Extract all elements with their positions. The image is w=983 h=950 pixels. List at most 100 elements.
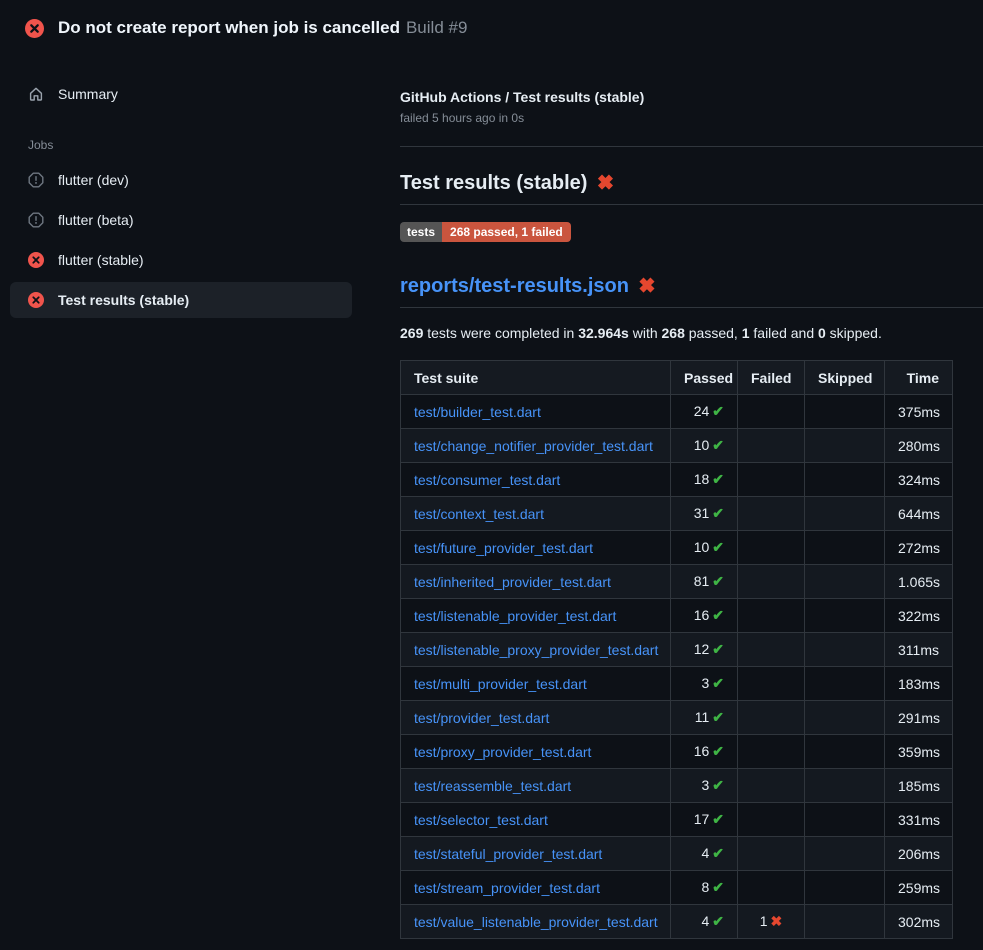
- test-suite-link[interactable]: test/stateful_provider_test.dart: [414, 846, 602, 862]
- time-value: 259ms: [885, 871, 953, 905]
- passed-count: 18: [694, 471, 710, 487]
- skipped-cell: [805, 871, 885, 905]
- table-row: test/stream_provider_test.dart8✔259ms: [401, 871, 953, 905]
- time-value: 375ms: [885, 395, 953, 429]
- test-suite-link[interactable]: test/listenable_proxy_provider_test.dart: [414, 642, 658, 658]
- report-title: reports/test-results.json✖: [400, 275, 983, 308]
- jobs-heading: Jobs: [28, 138, 352, 152]
- sidebar-item-flutter-stable[interactable]: flutter (stable): [10, 242, 352, 278]
- sidebar-item-summary[interactable]: Summary: [10, 76, 352, 112]
- time-value: 206ms: [885, 837, 953, 871]
- time-value: 183ms: [885, 667, 953, 701]
- job-label: Test results (stable): [58, 292, 189, 308]
- test-suite-link[interactable]: test/consumer_test.dart: [414, 472, 560, 488]
- check-icon: ✔: [712, 845, 724, 861]
- time-value: 272ms: [885, 531, 953, 565]
- job-label: flutter (dev): [58, 172, 129, 188]
- summary-text: with: [629, 325, 662, 341]
- sidebar-item-flutter-dev[interactable]: flutter (dev): [10, 162, 352, 198]
- skipped-cell: [805, 565, 885, 599]
- x-circle-icon: [28, 292, 44, 308]
- job-label: flutter (beta): [58, 212, 133, 228]
- table-row: test/value_listenable_provider_test.dart…: [401, 905, 953, 939]
- passed-count: 16: [694, 743, 710, 759]
- check-run-header: Do not create report when job is cancell…: [0, 0, 983, 56]
- column-header-failed: Failed: [738, 361, 805, 395]
- skipped-cell: [805, 429, 885, 463]
- passed-count: 17: [694, 811, 710, 827]
- test-suite-link[interactable]: test/stream_provider_test.dart: [414, 880, 600, 896]
- check-icon: ✔: [712, 573, 724, 589]
- x-icon: ✖: [771, 913, 783, 929]
- table-row: test/proxy_provider_test.dart16✔359ms: [401, 735, 953, 769]
- skipped-cell: [805, 633, 885, 667]
- sidebar-item-flutter-beta[interactable]: flutter (beta): [10, 202, 352, 238]
- test-suite-link[interactable]: test/provider_test.dart: [414, 710, 549, 726]
- test-suite-link[interactable]: test/listenable_provider_test.dart: [414, 608, 616, 624]
- table-row: test/change_notifier_provider_test.dart 1…: [401, 429, 953, 463]
- passed-count: 11: [695, 709, 710, 725]
- test-suite-link[interactable]: test/inherited_provider_test.dart: [414, 574, 611, 590]
- jobs-list: flutter (dev) flutter (beta) flutter (stab…: [10, 162, 352, 318]
- skipped-cell: [805, 769, 885, 803]
- breadcrumb: GitHub Actions / Test results (stable): [400, 89, 983, 105]
- table-row: test/context_test.dart 31✔ 644ms: [401, 497, 953, 531]
- passed-count: 8: [701, 879, 709, 895]
- table-row: test/listenable_provider_test.dart16✔322…: [401, 599, 953, 633]
- skipped-cell: [805, 497, 885, 531]
- table-row: test/provider_test.dart11✔291ms: [401, 701, 953, 735]
- check-icon: ✔: [712, 675, 724, 691]
- report-file-link[interactable]: reports/test-results.json: [400, 275, 629, 297]
- divider: [400, 146, 983, 147]
- passed-count: 31: [694, 505, 710, 521]
- passed-total: 268: [662, 325, 685, 341]
- time-value: 280ms: [885, 429, 953, 463]
- summary-text: skipped.: [826, 325, 882, 341]
- failed-total: 1: [742, 325, 750, 341]
- x-circle-icon: [25, 19, 44, 38]
- test-suite-link[interactable]: test/context_test.dart: [414, 506, 544, 522]
- table-header-row: Test suitePassedFailedSkippedTime: [401, 361, 953, 395]
- check-icon: ✔: [712, 641, 724, 657]
- badge-label: tests: [400, 222, 442, 242]
- total-count: 269: [400, 325, 423, 341]
- passed-count: 10: [694, 539, 710, 555]
- passed-count: 10: [694, 437, 710, 453]
- skipped-cell: [805, 599, 885, 633]
- column-header-skipped: Skipped: [805, 361, 885, 395]
- time-value: 302ms: [885, 905, 953, 939]
- skipped-total: 0: [818, 325, 826, 341]
- skipped-cell: [805, 667, 885, 701]
- test-suite-link[interactable]: test/reassemble_test.dart: [414, 778, 571, 794]
- test-results-table: Test suitePassedFailedSkippedTime test/b…: [400, 360, 953, 939]
- table-row: test/stateful_provider_test.dart4✔206ms: [401, 837, 953, 871]
- check-icon: ✔: [712, 811, 724, 827]
- time-value: 644ms: [885, 497, 953, 531]
- test-suite-link[interactable]: test/change_notifier_provider_test.dart: [414, 438, 653, 454]
- test-suite-link[interactable]: test/value_listenable_provider_test.dart: [414, 914, 658, 930]
- status-line: failed 5 hours ago in 0s: [400, 111, 983, 125]
- time-value: 322ms: [885, 599, 953, 633]
- skipped-cell: [805, 701, 885, 735]
- skipped-cell: [805, 803, 885, 837]
- sidebar-item-label: Summary: [58, 86, 118, 102]
- test-suite-link[interactable]: test/proxy_provider_test.dart: [414, 744, 591, 760]
- table-row: test/selector_test.dart17✔331ms: [401, 803, 953, 837]
- test-suite-link[interactable]: test/future_provider_test.dart: [414, 540, 593, 556]
- section-title: Test results (stable)✖: [400, 172, 983, 205]
- check-icon: ✔: [712, 505, 724, 521]
- test-suite-link[interactable]: test/multi_provider_test.dart: [414, 676, 587, 692]
- stop-icon: [28, 172, 44, 188]
- check-icon: ✔: [712, 403, 724, 419]
- passed-count: 16: [694, 607, 710, 623]
- skipped-cell: [805, 837, 885, 871]
- summary-sentence: 269 tests were completed in 32.964s with…: [400, 325, 983, 341]
- time-value: 1.065s: [885, 565, 953, 599]
- test-suite-link[interactable]: test/builder_test.dart: [414, 404, 541, 420]
- summary-text: passed,: [685, 325, 742, 341]
- duration-value: 32.964s: [578, 325, 629, 341]
- test-suite-link[interactable]: test/selector_test.dart: [414, 812, 548, 828]
- sidebar-item-test-results-stable[interactable]: Test results (stable): [10, 282, 352, 318]
- skipped-cell: [805, 905, 885, 939]
- table-row: test/inherited_provider_test.dart81✔1.06…: [401, 565, 953, 599]
